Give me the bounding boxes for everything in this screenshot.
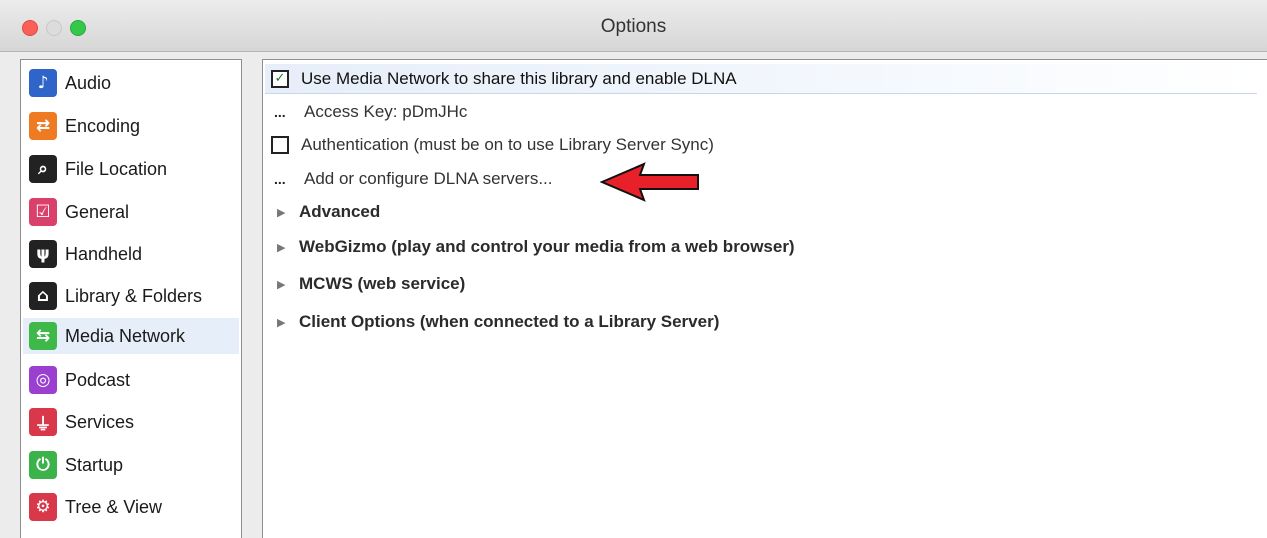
dlna-servers-option[interactable]: ... Add or configure DLNA servers... bbox=[271, 164, 553, 194]
ellipsis-icon: ... bbox=[274, 171, 286, 187]
share-library-checkbox[interactable]: ✓ bbox=[271, 69, 289, 88]
media-network-settings-panel: ✓ Use Media Network to share this librar… bbox=[262, 59, 1267, 538]
home-icon: ⌂ bbox=[29, 282, 57, 310]
sidebar-item-label: File Location bbox=[65, 158, 168, 179]
mcws-section[interactable]: ▶ MCWS (web service) bbox=[271, 269, 465, 299]
sidebar-item-label: Encoding bbox=[65, 115, 141, 136]
usb-icon: ψ bbox=[29, 240, 57, 268]
sidebar-item-startup[interactable]: ⏻ Startup bbox=[23, 447, 239, 483]
disclosure-triangle-icon[interactable]: ▶ bbox=[277, 206, 287, 219]
general-checkbox-icon: ☑ bbox=[29, 198, 57, 226]
webgizmo-section[interactable]: ▶ WebGizmo (play and control your media … bbox=[271, 232, 795, 262]
sidebar-item-podcast[interactable]: ◎ Podcast bbox=[23, 362, 239, 398]
media-network-icon: ⇆ bbox=[29, 322, 57, 350]
authentication-label: Authentication (must be on to use Librar… bbox=[301, 135, 714, 154]
access-key-option[interactable]: ... Access Key: pDmJHc bbox=[271, 97, 467, 127]
podcast-icon: ◎ bbox=[29, 366, 57, 394]
disclosure-triangle-icon[interactable]: ▶ bbox=[277, 316, 287, 329]
music-note-icon: ♪ bbox=[29, 69, 57, 97]
client-options-section[interactable]: ▶ Client Options (when connected to a Li… bbox=[271, 307, 719, 337]
sidebar-item-label: Media Network bbox=[65, 325, 186, 346]
access-key-label: Access Key: pDmJHc bbox=[304, 102, 468, 121]
ellipsis-icon: ... bbox=[274, 104, 286, 120]
plug-icon: ⏚ bbox=[29, 408, 57, 436]
section-label: Client Options (when connected to a Libr… bbox=[299, 312, 720, 331]
title-bar: Options bbox=[0, 0, 1267, 52]
encoding-icon: ⇄ bbox=[29, 112, 57, 140]
disclosure-triangle-icon[interactable]: ▶ bbox=[277, 241, 287, 254]
sidebar-item-services[interactable]: ⏚ Services bbox=[23, 404, 239, 440]
sidebar-item-label: Library & Folders bbox=[65, 285, 203, 306]
power-icon: ⏻ bbox=[29, 451, 57, 479]
share-library-option[interactable]: ✓ Use Media Network to share this librar… bbox=[265, 64, 1257, 94]
options-sidebar: ♪ Audio ⇄ Encoding ⌕ File Location ☑ Gen… bbox=[20, 59, 242, 538]
disclosure-triangle-icon[interactable]: ▶ bbox=[277, 278, 287, 291]
sidebar-item-tree-view[interactable]: ⚙ Tree & View bbox=[23, 489, 239, 525]
authentication-checkbox[interactable] bbox=[271, 136, 289, 154]
share-library-label: Use Media Network to share this library … bbox=[301, 68, 737, 88]
dlna-servers-label: Add or configure DLNA servers... bbox=[304, 169, 553, 188]
sidebar-item-label: General bbox=[65, 201, 130, 222]
sidebar-item-label: Handheld bbox=[65, 243, 143, 264]
sidebar-item-media-network[interactable]: ⇆ Media Network bbox=[23, 318, 239, 354]
sidebar-item-file-location[interactable]: ⌕ File Location bbox=[23, 151, 239, 187]
file-location-icon: ⌕ bbox=[29, 155, 57, 183]
sidebar-item-label: Services bbox=[65, 411, 135, 432]
authentication-option[interactable]: Authentication (must be on to use Librar… bbox=[271, 130, 714, 160]
sidebar-item-label: Audio bbox=[65, 72, 112, 93]
sidebar-item-library-folders[interactable]: ⌂ Library & Folders bbox=[23, 278, 239, 314]
section-label: Advanced bbox=[299, 202, 381, 221]
section-label: MCWS (web service) bbox=[299, 274, 466, 293]
sidebar-item-general[interactable]: ☑ General bbox=[23, 194, 239, 230]
advanced-section[interactable]: ▶ Advanced bbox=[271, 197, 380, 227]
sidebar-item-label: Tree & View bbox=[65, 496, 163, 517]
sidebar-item-label: Startup bbox=[65, 454, 124, 475]
window-title: Options bbox=[600, 16, 667, 37]
section-label: WebGizmo (play and control your media fr… bbox=[299, 237, 795, 256]
sidebar-item-handheld[interactable]: ψ Handheld bbox=[23, 236, 239, 272]
sidebar-item-label: Podcast bbox=[65, 369, 131, 390]
annotation-arrow-icon bbox=[600, 162, 699, 202]
sidebar-item-audio[interactable]: ♪ Audio bbox=[23, 65, 239, 101]
sidebar-item-encoding[interactable]: ⇄ Encoding bbox=[23, 108, 239, 144]
gear-icon: ⚙ bbox=[29, 493, 57, 521]
